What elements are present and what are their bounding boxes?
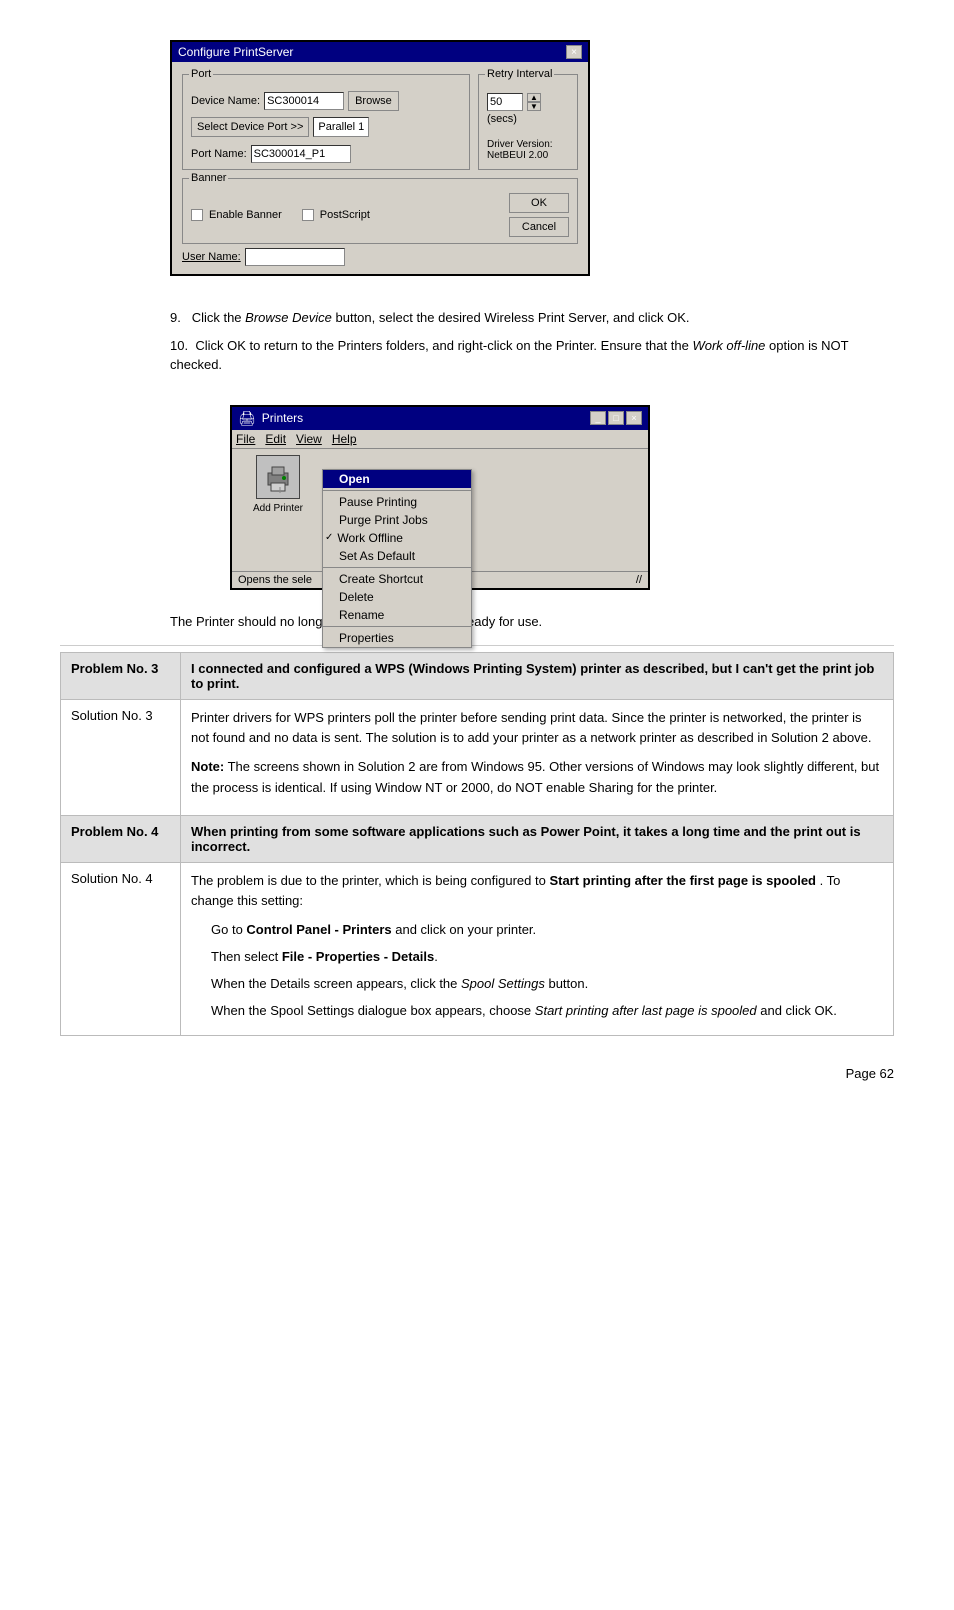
add-printer-area: Add Printer (238, 455, 318, 565)
solution4-label: Solution No. 4 (61, 862, 181, 1036)
solution4-step2: Then select File - Properties - Details. (211, 947, 883, 968)
device-name-label: Device Name: (191, 95, 260, 107)
cancel-button[interactable]: Cancel (509, 217, 569, 237)
select-device-port-button[interactable]: Select Device Port >> (191, 117, 309, 137)
problem4-title: When printing from some software applica… (181, 815, 894, 862)
problem-solution-table: Problem No. 3 I connected and configured… (60, 652, 894, 1037)
step10-result: The Printer should no longer be grayed o… (170, 614, 894, 629)
device-name-input[interactable] (264, 92, 344, 110)
solution3-text: Printer drivers for WPS printers poll th… (191, 708, 883, 750)
ctx-divider-2 (323, 567, 471, 568)
step9-num: 9. (170, 310, 181, 325)
solution4-content: The problem is due to the printer, which… (181, 862, 894, 1036)
retry-interval-group: Retry Interval ▲ ▼ (secs) Driver Version… (478, 74, 578, 170)
printers-icon: 🖨 (238, 410, 256, 427)
problem4-label: Problem No. 4 (61, 815, 181, 862)
step10-num: 10. (170, 338, 188, 353)
ctx-create-shortcut[interactable]: Create Shortcut (323, 570, 471, 588)
menu-view[interactable]: View (296, 432, 322, 446)
retry-unit: (secs) (487, 113, 569, 125)
step-9: 9. Click the Browse Device button, selec… (170, 308, 894, 328)
context-menu: Open Pause Printing Purge Print Jobs ✓ W… (322, 469, 472, 648)
browse-button[interactable]: Browse (348, 91, 399, 111)
printers-dialog: 🖨 Printers _ □ × File Edit View Help (230, 405, 650, 590)
maximize-button[interactable]: □ (608, 411, 624, 425)
ok-button[interactable]: OK (509, 193, 569, 213)
ctx-divider-3 (323, 626, 471, 627)
banner-group-label: Banner (189, 172, 228, 184)
solution3-content: Printer drivers for WPS printers poll th… (181, 699, 894, 815)
enable-banner-checkbox[interactable] (191, 209, 203, 221)
printers-window-controls: _ □ × (590, 411, 642, 425)
solution4-intro: The problem is due to the printer, which… (191, 871, 883, 913)
status-right: // (636, 574, 642, 586)
page-number: Page 62 (60, 1066, 894, 1081)
minimize-button[interactable]: _ (590, 411, 606, 425)
menu-edit[interactable]: Edit (265, 432, 286, 446)
port-name-input[interactable] (251, 145, 351, 163)
port-group-label: Port (189, 68, 213, 80)
driver-version-label: Driver Version: (487, 139, 569, 150)
printers-body: Add Printer HP LaserJet 5P/5MP PostScrip… (232, 449, 648, 571)
user-name-label: User Name: (182, 251, 241, 263)
parallel-label: Parallel 1 (313, 117, 369, 137)
ctx-divider-1 (323, 490, 471, 491)
solution4-row: Solution No. 4 The problem is due to the… (61, 862, 894, 1036)
enable-banner-label: Enable Banner (209, 209, 282, 221)
dialog-close-btn[interactable]: × (566, 45, 582, 59)
printers-title-bar: 🖨 Printers _ □ × (232, 407, 648, 430)
retry-group-label: Retry Interval (485, 68, 554, 80)
problem4-row: Problem No. 4 When printing from some so… (61, 815, 894, 862)
banner-group: Banner Enable Banner PostScript OK Cance… (182, 178, 578, 244)
dialog-title: Configure PrintServer (178, 45, 293, 59)
step10-italic: Work off-line (692, 338, 765, 353)
solution4-step4: When the Spool Settings dialogue box app… (211, 1001, 883, 1022)
solution3-note: Note: The screens shown in Solution 2 ar… (191, 757, 883, 799)
menu-file[interactable]: File (236, 432, 255, 446)
step9-italic: Browse Device (245, 310, 332, 325)
menu-help[interactable]: Help (332, 432, 357, 446)
retry-spinner-down[interactable]: ▼ (527, 102, 541, 111)
user-name-input[interactable] (245, 248, 345, 266)
dialog-title-bar: Configure PrintServer × (172, 42, 588, 62)
ctx-open[interactable]: Open (323, 470, 471, 488)
status-text: Opens the sele (238, 574, 312, 586)
retry-spinner-up[interactable]: ▲ (527, 93, 541, 102)
solution4-step3: When the Details screen appears, click t… (211, 974, 883, 995)
ctx-purge-print-jobs[interactable]: Purge Print Jobs (323, 511, 471, 529)
problem3-label: Problem No. 3 (61, 652, 181, 699)
configure-printserver-dialog: Configure PrintServer × Port Device Name… (170, 40, 590, 276)
checkmark-icon: ✓ (325, 532, 333, 543)
ctx-pause-printing[interactable]: Pause Printing (323, 493, 471, 511)
printers-title-label: Printers (262, 411, 303, 425)
port-name-label: Port Name: (191, 148, 247, 160)
solution4-step1: Go to Control Panel - Printers and click… (211, 920, 883, 941)
add-printer-label: Add Printer (253, 503, 303, 514)
ctx-properties[interactable]: Properties (323, 629, 471, 647)
problem3-row: Problem No. 3 I connected and configured… (61, 652, 894, 699)
add-printer-svg (262, 461, 294, 493)
printers-menubar: File Edit View Help (232, 430, 648, 449)
ctx-rename[interactable]: Rename (323, 606, 471, 624)
driver-version-value: NetBEUI 2.00 (487, 150, 569, 161)
retry-value-input[interactable] (487, 93, 523, 111)
ctx-delete[interactable]: Delete (323, 588, 471, 606)
add-printer-icon[interactable] (256, 455, 300, 499)
problem3-title: I connected and configured a WPS (Window… (181, 652, 894, 699)
postscript-label: PostScript (320, 209, 370, 221)
ctx-set-as-default[interactable]: Set As Default (323, 547, 471, 565)
postscript-checkbox[interactable] (302, 209, 314, 221)
solution3-label: Solution No. 3 (61, 699, 181, 815)
close-window-button[interactable]: × (626, 411, 642, 425)
ctx-work-offline[interactable]: ✓ Work Offline (323, 529, 471, 547)
solution3-row: Solution No. 3 Printer drivers for WPS p… (61, 699, 894, 815)
step-10: 10. Click OK to return to the Printers f… (170, 336, 894, 375)
